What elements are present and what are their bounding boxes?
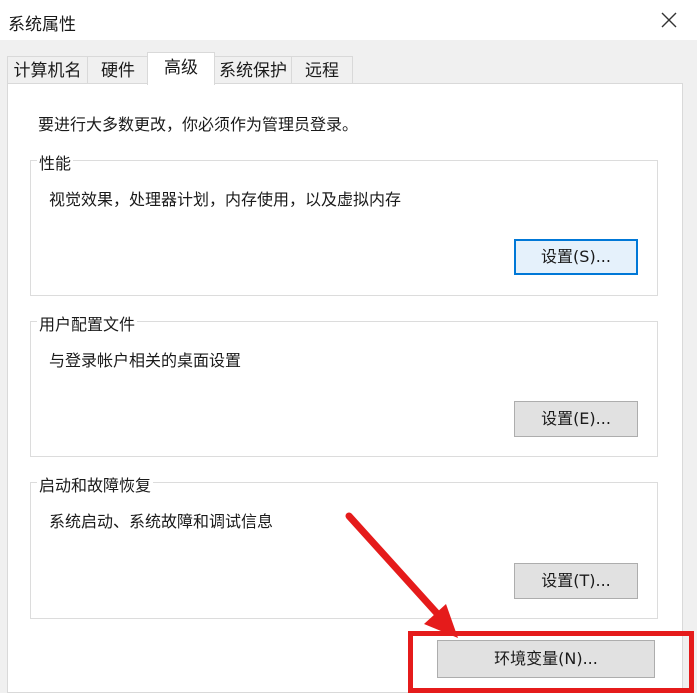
startup-recovery-description: 系统启动、系统故障和调试信息 xyxy=(49,512,274,531)
performance-description: 视觉效果，处理器计划，内存使用，以及虚拟内存 xyxy=(49,190,402,209)
user-profiles-settings-button[interactable]: 设置(E)... xyxy=(514,401,638,437)
user-profiles-description: 与登录帐户相关的桌面设置 xyxy=(49,351,242,370)
close-button[interactable] xyxy=(641,0,697,40)
advanced-tab-panel: 要进行大多数更改，你必须作为管理员登录。 性能 视觉效果，处理器计划，内存使用，… xyxy=(7,83,683,693)
tab-bar: 计算机名 硬件 高级 系统保护 远程 xyxy=(0,52,697,85)
user-profiles-group-title: 用户配置文件 xyxy=(37,311,138,335)
highlight-box xyxy=(408,631,694,693)
tab-system-protection[interactable]: 系统保护 xyxy=(214,56,292,84)
startup-recovery-group-title: 启动和故障恢复 xyxy=(37,472,154,496)
window-title: 系统属性 xyxy=(8,15,76,35)
title-bar: 系统属性 xyxy=(0,0,697,40)
admin-notice: 要进行大多数更改，你必须作为管理员登录。 xyxy=(38,115,359,134)
user-profiles-group: 用户配置文件 与登录帐户相关的桌面设置 设置(E)... xyxy=(30,311,658,457)
performance-group-title: 性能 xyxy=(37,150,74,174)
close-icon xyxy=(661,12,677,28)
startup-recovery-group: 启动和故障恢复 系统启动、系统故障和调试信息 设置(T)... xyxy=(30,472,658,619)
tab-hardware[interactable]: 硬件 xyxy=(87,56,149,84)
performance-group: 性能 视觉效果，处理器计划，内存使用，以及虚拟内存 设置(S)... xyxy=(30,150,658,296)
performance-settings-button[interactable]: 设置(S)... xyxy=(514,239,638,275)
tab-computer-name[interactable]: 计算机名 xyxy=(7,56,88,84)
tab-remote[interactable]: 远程 xyxy=(291,56,353,84)
startup-recovery-settings-button[interactable]: 设置(T)... xyxy=(514,563,638,599)
tab-advanced[interactable]: 高级 xyxy=(147,52,215,85)
